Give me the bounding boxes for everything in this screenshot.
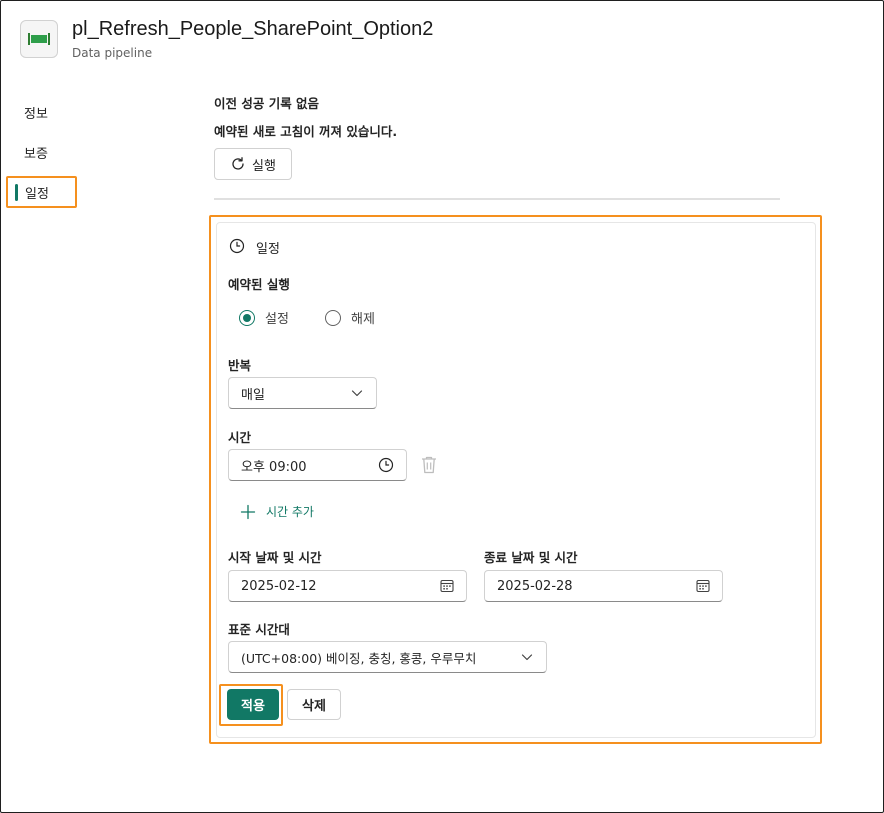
- chevron-down-icon: [521, 654, 533, 661]
- nav-item-schedule-label: 일정: [25, 187, 49, 202]
- schedule-title: 일정: [256, 242, 280, 257]
- start-date-picker[interactable]: 2025-02-12: [228, 570, 467, 602]
- clock-icon: [229, 238, 245, 254]
- add-time-button[interactable]: 시간 추가: [240, 503, 314, 520]
- radio-off[interactable]: 해제: [325, 308, 375, 327]
- radio-on[interactable]: 설정: [239, 308, 289, 327]
- end-date-value: 2025-02-28: [497, 578, 573, 594]
- add-time-label: 시간 추가: [266, 505, 314, 519]
- calendar-icon: [696, 579, 710, 593]
- start-date-value: 2025-02-12: [241, 578, 317, 594]
- time-value: 오후 09:00: [241, 459, 307, 475]
- last-success-text: 이전 성공 기록 없음: [214, 96, 320, 111]
- time-picker[interactable]: 오후 09:00: [228, 449, 407, 481]
- trash-icon[interactable]: [420, 455, 438, 475]
- nav-item-schedule[interactable]: 일정: [6, 176, 77, 208]
- divider: [214, 198, 780, 200]
- repeat-value: 매일: [241, 387, 265, 403]
- apply-button[interactable]: 적용: [227, 689, 279, 720]
- refresh-icon: [232, 157, 244, 170]
- time-label: 시간: [228, 430, 252, 445]
- radio-on-indicator: [239, 309, 255, 326]
- timezone-value: (UTC+08:00) 베이징, 충칭, 홍콩, 우루무치: [241, 650, 477, 666]
- end-date-picker[interactable]: 2025-02-28: [484, 570, 723, 602]
- radio-off-indicator: [325, 309, 341, 326]
- clock-icon: [378, 457, 394, 473]
- nav-item-endorsement[interactable]: 보증: [24, 143, 48, 162]
- timezone-label: 표준 시간대: [228, 622, 290, 637]
- repeat-dropdown[interactable]: 매일: [228, 377, 377, 409]
- page-subtitle: Data pipeline: [72, 46, 153, 60]
- chevron-down-icon: [351, 390, 363, 397]
- start-datetime-label: 시작 날짜 및 시간: [228, 550, 322, 565]
- page-title: pl_Refresh_People_SharePoint_Option2: [72, 18, 434, 40]
- pipeline-icon: [20, 20, 58, 58]
- run-button-label: 실행: [252, 158, 276, 174]
- active-indicator: [15, 184, 18, 201]
- repeat-label: 반복: [228, 358, 252, 373]
- end-datetime-label: 종료 날짜 및 시간: [484, 550, 578, 565]
- delete-button[interactable]: 삭제: [287, 689, 341, 720]
- radio-off-label: 해제: [351, 312, 375, 327]
- plus-icon: [240, 504, 256, 519]
- run-button[interactable]: 실행: [214, 148, 292, 180]
- nav-item-info[interactable]: 정보: [24, 103, 48, 122]
- radio-on-label: 설정: [265, 312, 289, 327]
- timezone-dropdown[interactable]: (UTC+08:00) 베이징, 충칭, 홍콩, 우루무치: [228, 641, 547, 673]
- calendar-icon: [440, 579, 454, 593]
- schedule-state-text: 예약된 새로 고침이 꺼져 있습니다.: [214, 124, 398, 139]
- scheduled-run-label: 예약된 실행: [228, 277, 290, 292]
